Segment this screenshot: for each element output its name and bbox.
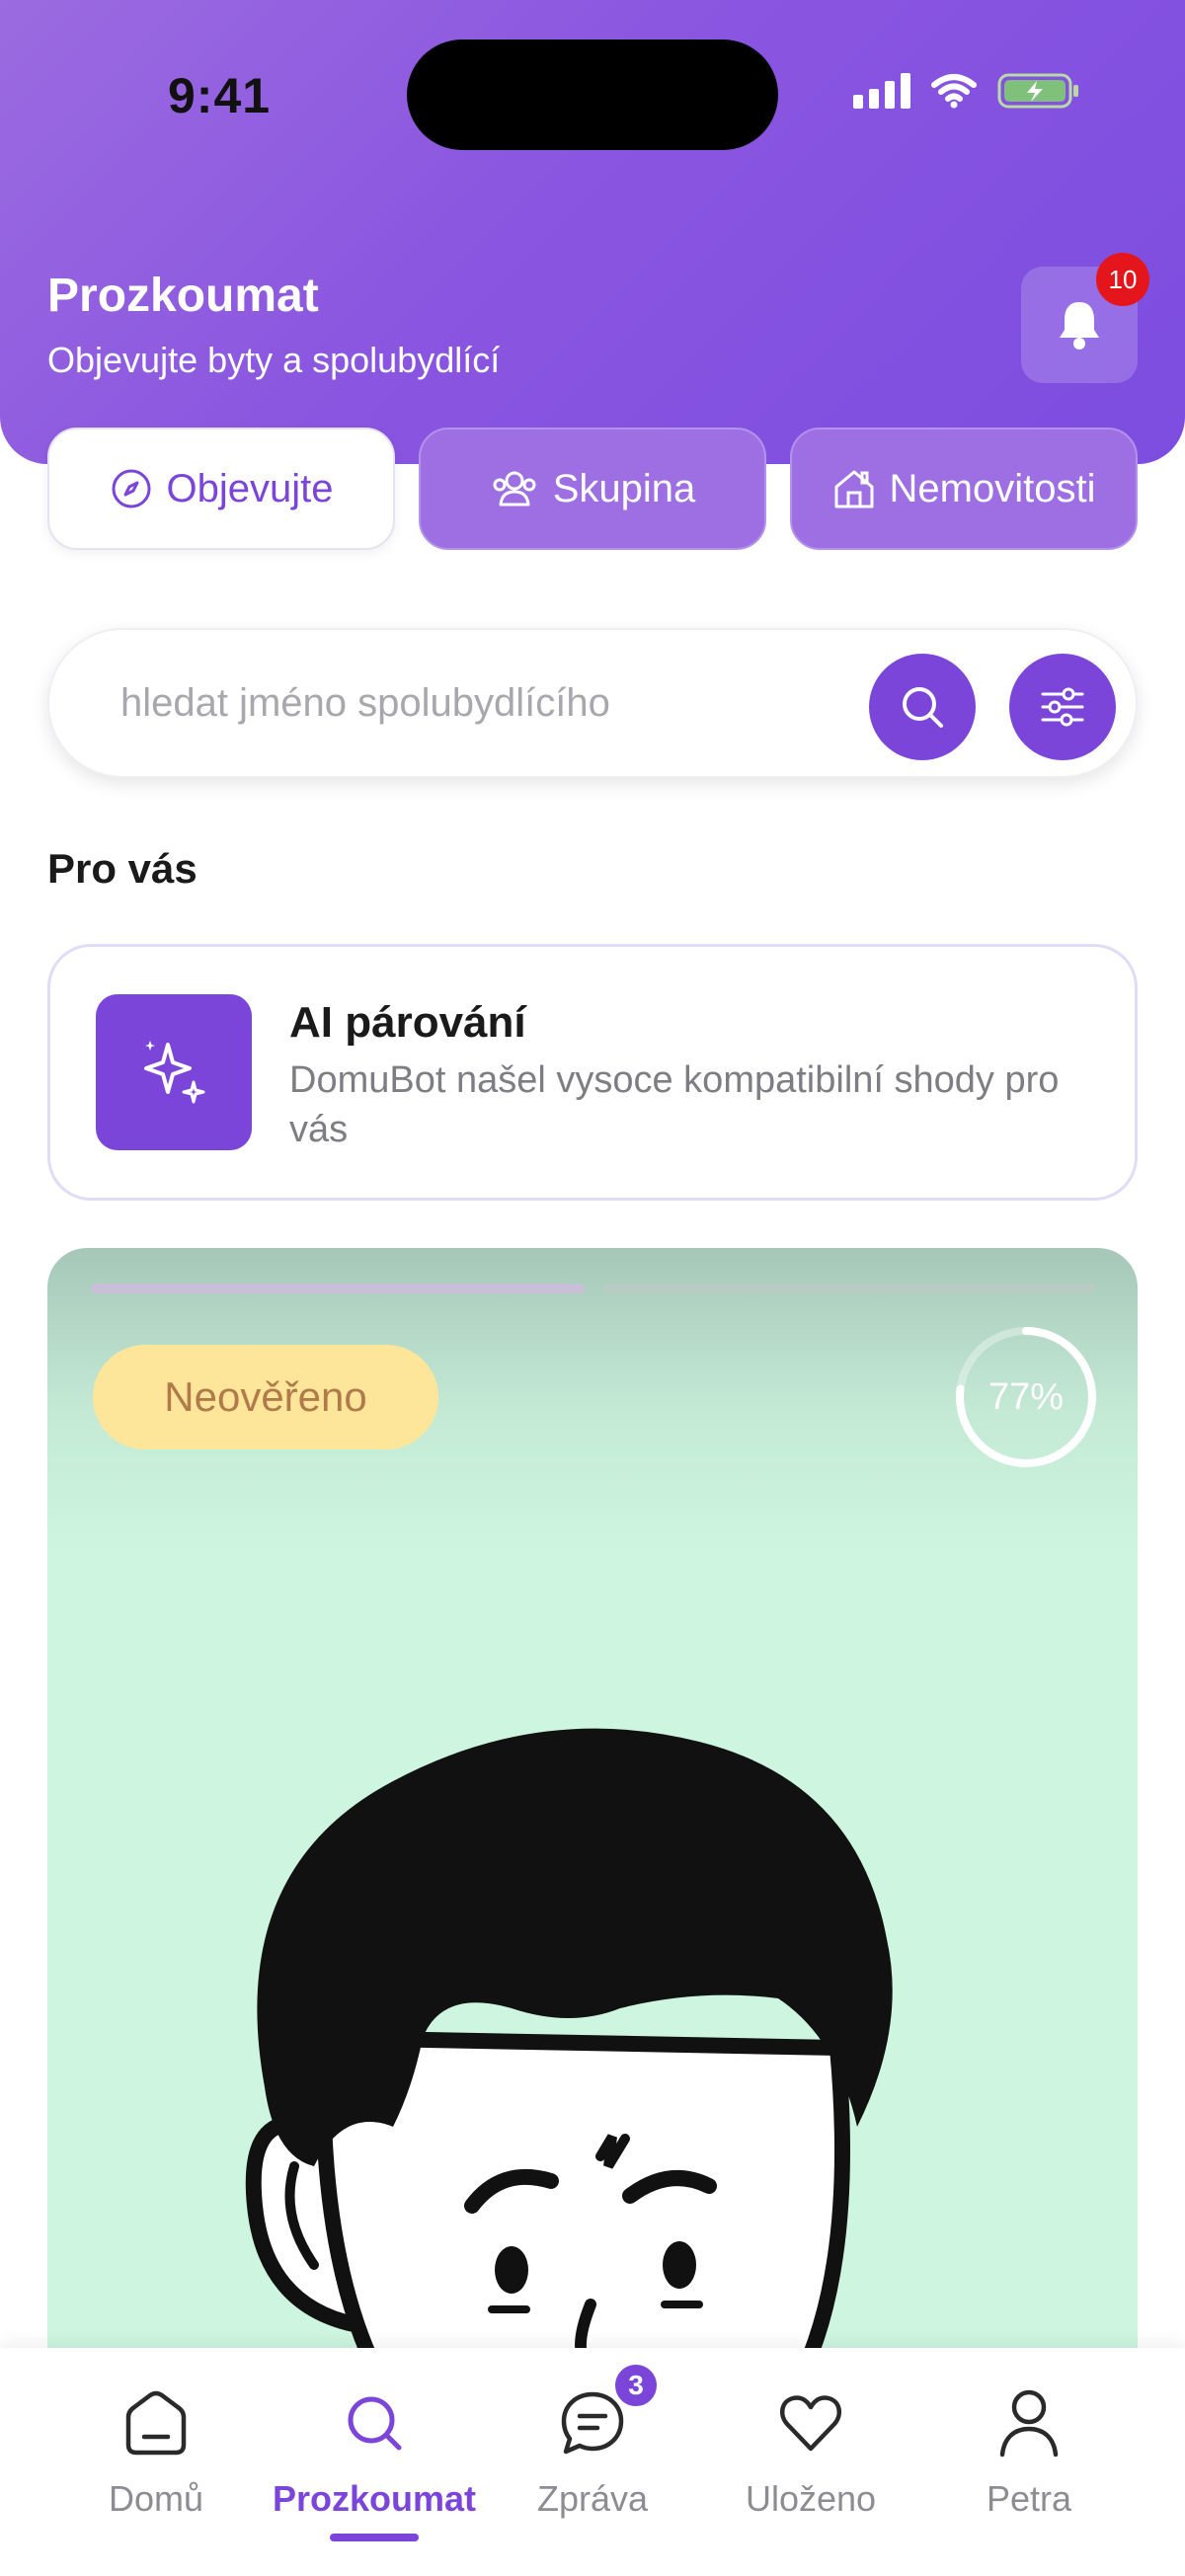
bottom-navigation: Domů Prozkoumat Zpráva Uloženo Petra xyxy=(0,2348,1185,2576)
group-icon xyxy=(493,471,536,507)
nav-item-messages[interactable]: Zpráva xyxy=(484,2383,701,2520)
page-subtitle: Objevujte byty a spolubydlící xyxy=(47,340,501,380)
nav-label-home: Domů xyxy=(108,2478,204,2519)
nav-active-indicator xyxy=(330,2534,419,2541)
nav-item-home[interactable]: Domů xyxy=(47,2383,265,2520)
section-title-for-you: Pro vás xyxy=(47,845,198,892)
explore-tabs: Objevujte Skupina Nemovitosti xyxy=(47,428,1138,550)
ai-matching-card[interactable]: AI párování DomuBot našel vysoce kompati… xyxy=(47,944,1138,1201)
home-icon xyxy=(125,2390,187,2456)
tab-properties[interactable]: Nemovitosti xyxy=(790,428,1138,550)
dynamic-island xyxy=(407,39,778,150)
notification-count-badge: 10 xyxy=(1096,253,1149,306)
nav-label-messages: Zpráva xyxy=(536,2478,649,2519)
status-time: 9:41 xyxy=(168,68,272,123)
wifi-icon xyxy=(931,74,977,109)
nav-item-explore[interactable]: Prozkoumat xyxy=(266,2383,483,2520)
page-title: Prozkoumat xyxy=(47,270,319,322)
messages-count-badge: 3 xyxy=(612,2362,660,2409)
search-icon xyxy=(903,687,943,728)
header: 9:41 Prozkoumat Objevujte byty a spoluby… xyxy=(0,0,1185,464)
heart-icon xyxy=(779,2395,842,2452)
photo-progress-segment xyxy=(602,1284,1096,1293)
compass-icon xyxy=(112,469,150,508)
ai-icon-tile xyxy=(96,994,252,1150)
status-icons xyxy=(853,71,1080,111)
user-icon xyxy=(999,2389,1059,2458)
tab-group-label: Skupina xyxy=(552,466,696,510)
tab-properties-label: Nemovitosti xyxy=(889,466,1096,510)
ai-card-description: DomuBot našel vysoce kompatibilní shody … xyxy=(289,1059,1060,1150)
status-badge: Neověřeno xyxy=(93,1345,438,1449)
filter-button[interactable] xyxy=(1009,654,1116,760)
search-bar[interactable]: hledat jméno spolubydlícího xyxy=(47,628,1138,778)
match-percent-label: 77% xyxy=(988,1375,1065,1418)
nav-item-saved[interactable]: Uloženo xyxy=(702,2383,919,2520)
house-icon xyxy=(834,470,874,508)
search-icon xyxy=(348,2396,402,2451)
filter-sliders-icon xyxy=(1041,687,1084,727)
search-input[interactable]: hledat jméno spolubydlícího xyxy=(120,681,610,726)
tab-group[interactable]: Skupina xyxy=(419,428,766,550)
search-button[interactable] xyxy=(869,654,976,760)
nav-item-profile[interactable]: Petra xyxy=(920,2383,1138,2520)
tab-discover-label: Objevujte xyxy=(166,466,334,510)
nav-label-profile: Petra xyxy=(986,2478,1072,2519)
bell-icon xyxy=(1060,302,1099,350)
ai-card-title: AI párování xyxy=(289,998,526,1047)
sparkles-icon xyxy=(144,1041,205,1104)
tab-discover[interactable]: Objevujte xyxy=(47,428,395,550)
nav-label-explore: Prozkoumat xyxy=(272,2478,477,2519)
photo-progress-segment-active xyxy=(91,1284,585,1293)
battery-icon xyxy=(997,73,1078,109)
nav-label-saved: Uloženo xyxy=(745,2478,877,2519)
signal-icon xyxy=(853,73,910,109)
